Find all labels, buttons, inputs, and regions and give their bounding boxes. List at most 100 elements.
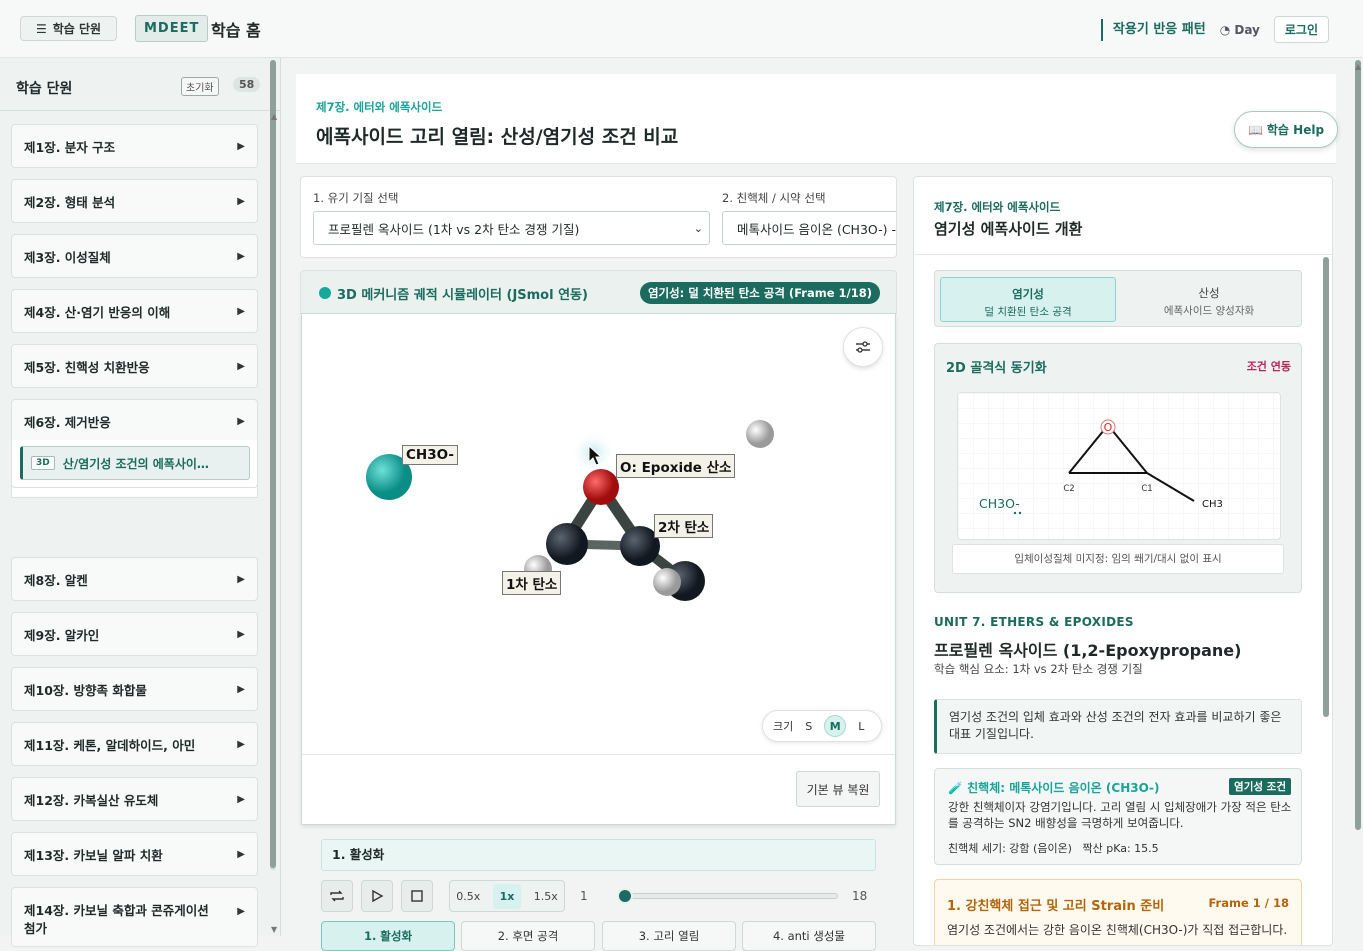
simulator-title: 3D 메커니즘 궤적 시뮬레이터 (JSmol 연동): [337, 288, 588, 303]
stop-button[interactable]: [401, 880, 433, 912]
sidebar-item-chapter-1[interactable]: 제1장. 분자 구조 ▶: [11, 124, 258, 168]
sidebar-item-chapter-6[interactable]: 제6장. 제거반응 ▶: [11, 399, 258, 443]
speed-1x-button[interactable]: 1x: [492, 883, 522, 909]
scroll-up-icon[interactable]: ▲: [271, 112, 277, 121]
speed-selector: 0.5x 1x 1.5x: [449, 880, 565, 912]
triangle-right-icon: ▶: [237, 305, 245, 317]
sidebar-sub-label: 산/염기성 조건의 에폭사이…: [62, 456, 209, 471]
molecule-viewer[interactable]: CH3O- O: Epoxide 산소 2차 탄소 1차 탄소 크기 S M L…: [301, 313, 896, 825]
login-button[interactable]: 로그인: [1273, 16, 1329, 43]
home-link[interactable]: 학습 홈: [211, 17, 261, 41]
nucleophile-strength: 친핵체 세기: 강함 (음이온): [948, 842, 1072, 855]
sidebar-item-label: 제14장. 카보닐 축합과 콘쥬게이션 첨가: [24, 903, 209, 936]
acidic-condition-button[interactable]: 산성 에폭사이드 양성자화: [1121, 277, 1297, 322]
pattern-link[interactable]: 작용기 반응 패턴: [1100, 18, 1206, 41]
sidebar-item-chapter-11[interactable]: 제11장. 케톤, 알데하이드, 아민 ▶: [11, 722, 258, 766]
size-s-button[interactable]: S: [805, 720, 812, 733]
size-m-button[interactable]: M: [824, 715, 847, 737]
size-l-button[interactable]: L: [858, 720, 864, 733]
carbon-1-atom[interactable]: [546, 523, 588, 565]
scroll-up-icon[interactable]: ▲: [1355, 62, 1361, 71]
tab-activation[interactable]: 1. 활성화: [321, 921, 455, 951]
reset-view-button[interactable]: 기본 뷰 복원: [796, 771, 880, 807]
chevron-down-icon: ⌄: [693, 222, 703, 235]
breadcrumb[interactable]: 제7장. 에터와 에폭사이드: [316, 99, 442, 115]
slider-handle[interactable]: [617, 888, 633, 904]
theme-toggle[interactable]: ◔ Day: [1220, 23, 1260, 37]
sidebar-item-chapter-3[interactable]: 제3장. 이성질체 ▶: [11, 234, 258, 278]
speed-1-5x-button[interactable]: 1.5x: [534, 890, 558, 903]
frame-max: 18: [852, 889, 868, 903]
atom-label-oxygen: O: Epoxide 산소: [616, 454, 736, 478]
nucleophile-title: 🧪 친핵체: 메톡사이드 음이온 (CH3O-): [948, 779, 1159, 796]
speed-0-5x-button[interactable]: 0.5x: [456, 890, 480, 903]
unit-heading-en: UNIT 7. ETHERS & EPOXIDES: [934, 615, 1134, 629]
viewer-settings-button[interactable]: [843, 327, 883, 367]
substrate-name: 프로필렌 옥사이드 (1,2-Epoxypropane): [934, 641, 1242, 660]
skeletal-formula-card: 2D 골격식 동기화 조건 연동 O C2 C1 CH3 CH3O- 입체이성질…: [934, 343, 1302, 593]
triangle-right-icon: ▶: [237, 906, 245, 917]
oxygen-atom[interactable]: [583, 469, 619, 505]
app-logo[interactable]: MDEET: [135, 15, 209, 42]
tab-anti-product[interactable]: 4. anti 생성물: [742, 921, 876, 951]
reset-button[interactable]: 초기화: [181, 77, 219, 96]
page-scrollbar[interactable]: [1355, 60, 1361, 830]
sidebar-item-epoxide-opening[interactable]: 3D 산/염기성 조건의 에폭사이…: [20, 446, 250, 480]
sidebar-item-chapter-12[interactable]: 제12장. 카복실산 유도체 ▶: [11, 777, 258, 821]
test-tube-icon: 🧪: [948, 781, 968, 795]
triangle-right-icon: ▶: [237, 140, 245, 152]
sidebar-item-label: 제12장. 카복실산 유도체: [24, 792, 159, 808]
sidebar-item-chapter-2[interactable]: 제2장. 형태 분석 ▶: [11, 179, 258, 223]
sidebar-item-chapter-8[interactable]: 제8장. 알켄 ▶: [11, 557, 258, 601]
sidebar-item-label: 제1장. 분자 구조: [24, 139, 116, 155]
current-step: 1. 활성화: [321, 839, 876, 871]
hydrogen-atom[interactable]: [653, 568, 681, 596]
tab-backside-attack[interactable]: 2. 후면 공격: [461, 921, 595, 951]
molecule-3d-model[interactable]: [302, 314, 895, 754]
sidebar-item-chapter-4[interactable]: 제4장. 산·염기 반응의 이해 ▶: [11, 289, 258, 333]
panel-scrollbar[interactable]: [1323, 257, 1329, 717]
page-header: 제7장. 에터와 에폭사이드 에폭사이드 고리 열림: 산성/염기성 조건 비교: [296, 74, 1336, 164]
substrate-value: 프로필렌 옥사이드 (1차 vs 2차 탄소 경쟁 기질): [328, 221, 580, 237]
repeat-icon: [330, 890, 344, 902]
nucleophile-description: 강한 친핵체이자 강염기입니다. 고리 열림 시 입체장애가 가장 적은 탄소를…: [948, 800, 1292, 830]
sketch-atom-o: O: [1104, 421, 1113, 434]
sketch-label-ch3: CH3: [1202, 499, 1223, 510]
conjugate-acid-pka: 짝산 pKa: 15.5: [1082, 842, 1159, 855]
substrate-select[interactable]: 프로필렌 옥사이드 (1차 vs 2차 탄소 경쟁 기질) ⌄: [313, 211, 710, 245]
sync-link[interactable]: 조건 연동: [1247, 358, 1291, 374]
sidebar-item-chapter-9[interactable]: 제9장. 알카인 ▶: [11, 612, 258, 656]
triangle-right-icon: ▶: [237, 738, 245, 750]
nucleophile-label: 2. 친핵체 / 시약 선택: [722, 191, 826, 205]
sidebar-scrollbar[interactable]: [270, 60, 276, 870]
sidebar-item-label: 제8장. 알켄: [24, 572, 88, 588]
sliders-icon: [856, 341, 870, 353]
sidebar-item-chapter-10[interactable]: 제10장. 방향족 화합물 ▶: [11, 667, 258, 711]
loop-button[interactable]: [321, 880, 353, 912]
triangle-right-icon: ▶: [237, 415, 245, 427]
sketch-label-c1: C1: [1141, 484, 1152, 494]
sidebar-item-label: 제4장. 산·염기 반응의 이해: [24, 304, 171, 320]
sidebar-item-chapter-5[interactable]: 제5장. 친핵성 치환반응 ▶: [11, 344, 258, 388]
palette-icon: ◔: [1219, 22, 1235, 37]
hydrogen-atom[interactable]: [746, 420, 774, 448]
basic-condition-button[interactable]: 염기성 덜 치환된 탄소 공격: [940, 277, 1116, 322]
sidebar-item-chapter-13[interactable]: 제13장. 카보닐 알파 치환 ▶: [11, 832, 258, 876]
triangle-right-icon: ▶: [237, 683, 245, 695]
condition-tag: 염기성 조건: [1229, 778, 1291, 795]
frame-slider[interactable]: [617, 888, 838, 904]
units-menu-button[interactable]: ☰ 학습 단원: [20, 16, 117, 41]
tab-ring-opening[interactable]: 3. 고리 열림: [602, 921, 736, 951]
triangle-right-icon: ▶: [237, 573, 245, 585]
play-icon: [372, 889, 384, 903]
nucleophile-value: 메톡사이드 음이온 (CH3O-) - 짝: [737, 221, 897, 237]
help-button[interactable]: 📖 학습 Help: [1234, 111, 1338, 148]
skeletal-canvas: O C2 C1 CH3 CH3O-: [957, 392, 1281, 540]
nucleophile-select[interactable]: 메톡사이드 음이온 (CH3O-) - 짝: [722, 211, 897, 245]
sidebar-item-label: 제9장. 알카인: [24, 627, 100, 643]
sidebar-item-chapter-14[interactable]: 제14장. 카보닐 축합과 콘쥬게이션 첨가 ▶: [11, 887, 258, 947]
scroll-down-icon[interactable]: ▼: [271, 925, 277, 934]
play-button[interactable]: [361, 880, 393, 912]
sidebar-item-label: 제13장. 카보닐 알파 치환: [24, 847, 163, 863]
atom-label-nucleophile: CH3O-: [402, 445, 458, 465]
